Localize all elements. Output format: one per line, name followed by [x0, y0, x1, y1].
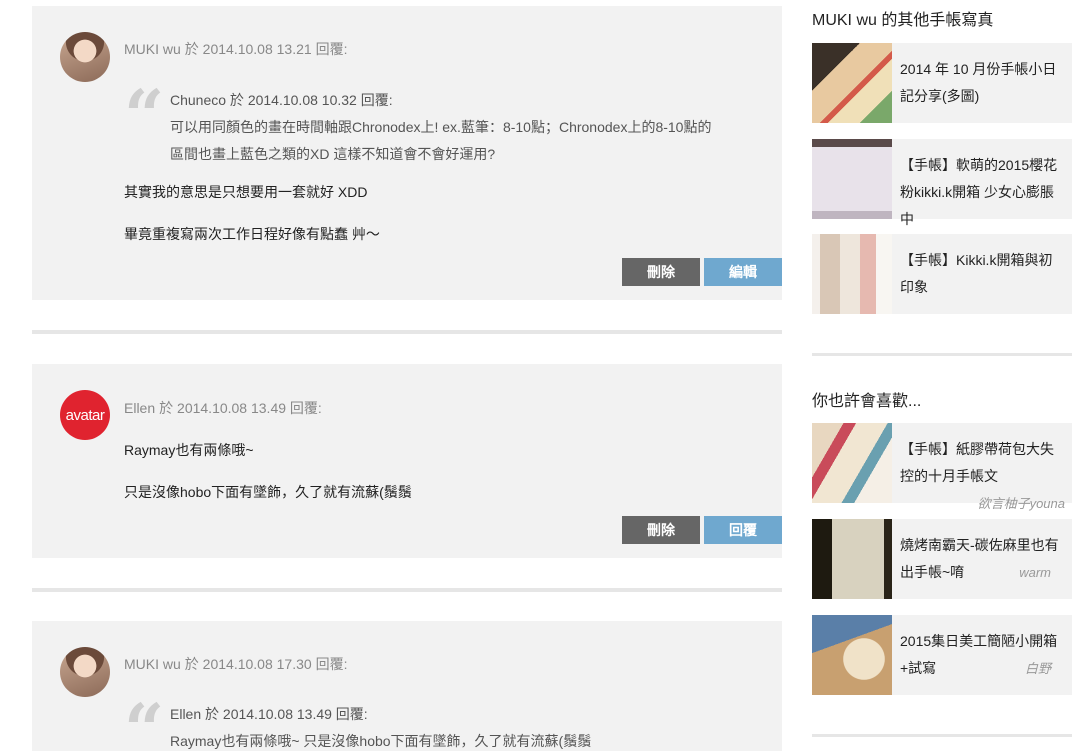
sidebar-item-author[interactable]: warm	[1019, 559, 1051, 586]
comment-meta: Ellen 於 2014.10.08 13.49 回覆:	[124, 398, 322, 418]
divider	[32, 588, 782, 592]
avatar[interactable]	[60, 32, 110, 82]
avatar[interactable]	[60, 647, 110, 697]
comment-1: MUKI wu 於 2014.10.08 13.21 回覆: “ Chuneco …	[32, 6, 782, 300]
sidebar-item[interactable]: 【手帳】軟萌的2015櫻花粉kikki.k開箱 少女心膨脹中	[812, 139, 1072, 227]
sidebar-section-author-photos: MUKI wu 的其他手帳寫真	[812, 6, 1072, 30]
comment-3: MUKI wu 於 2014.10.08 17.30 回覆: “ Ellen 於 …	[32, 621, 782, 751]
sidebar-item-title[interactable]: 【手帳】Kikki.k開箱與初印象	[900, 247, 1065, 301]
comment-date: 於 2014.10.08 13.21 回覆:	[184, 41, 348, 57]
thumbnail-image[interactable]	[812, 43, 892, 123]
delete-button[interactable]: 刪除	[622, 516, 700, 544]
thumbnail-image[interactable]	[812, 615, 892, 695]
divider	[32, 330, 782, 334]
sidebar-title: MUKI wu 的其他手帳寫真	[812, 12, 994, 29]
quote-mark-icon: “	[124, 74, 165, 157]
quote-meta: Ellen 於 2014.10.08 13.49 回覆:	[170, 706, 368, 722]
quote-meta: Chuneco 於 2014.10.08 10.32 回覆:	[170, 92, 393, 108]
comment-text: 其實我的意思是只想要用一套就好 XDD	[124, 184, 368, 200]
sidebar-item-title[interactable]: 燒烤南霸天-碳佐麻里也有出手帳~唷 warm	[900, 532, 1065, 586]
avatar[interactable]: avatar	[60, 390, 110, 440]
reply-button[interactable]: 回覆	[704, 516, 782, 544]
sidebar-item-title[interactable]: 2015集日美工簡陋小開箱+試寫 白野	[900, 628, 1065, 682]
sidebar-item-author[interactable]: 白野	[1025, 655, 1051, 682]
comment-2: avatar Ellen 於 2014.10.08 13.49 回覆: Rayma…	[32, 364, 782, 558]
sidebar-item[interactable]: 2014 年 10 月份手帳小日記分享(多圖)	[812, 43, 1072, 123]
quote-mark-icon: “	[124, 688, 165, 751]
sidebar-item-title[interactable]: 【手帳】紙膠帶荷包大失控的十月手帳文 欲言柚子youna	[900, 436, 1065, 517]
thumbnail-image[interactable]	[812, 423, 892, 503]
divider	[812, 353, 1072, 356]
thumbnail-image[interactable]	[812, 139, 892, 219]
sidebar-item[interactable]: 【手帳】Kikki.k開箱與初印象	[812, 234, 1072, 314]
comment-date: 於 2014.10.08 17.30 回覆:	[184, 656, 348, 672]
quote-line: Raymay也有兩條哦~ 只是沒像hobo下面有墜飾，久了就有流蘇(鬚鬚	[170, 733, 592, 749]
comment-author[interactable]: MUKI wu	[124, 656, 181, 672]
delete-button[interactable]: 刪除	[622, 258, 700, 286]
quoted-reply: “ Chuneco 於 2014.10.08 10.32 回覆: 可以用同顏色的…	[124, 81, 764, 168]
divider	[812, 734, 1072, 737]
sidebar-item[interactable]: 燒烤南霸天-碳佐麻里也有出手帳~唷 warm	[812, 519, 1072, 599]
comment-text: 畢竟重複寫兩次工作日程好像有點蠢 艸〜	[124, 226, 380, 242]
comment-meta: MUKI wu 於 2014.10.08 13.21 回覆:	[124, 39, 347, 59]
sidebar-item-title[interactable]: 2014 年 10 月份手帳小日記分享(多圖)	[900, 56, 1065, 110]
sidebar-item[interactable]: 2015集日美工簡陋小開箱+試寫 白野	[812, 615, 1072, 695]
thumbnail-image[interactable]	[812, 234, 892, 314]
quote-line: 區間也畫上藍色之類的XD 這樣不知道會不會好運用?	[170, 146, 496, 162]
quote-line: 可以用同顏色的畫在時間軸跟Chronodex上! ex.藍筆：8-10點；Chr…	[170, 119, 712, 135]
comment-text: 只是沒像hobo下面有墜飾，久了就有流蘇(鬚鬚	[124, 484, 412, 500]
comment-author[interactable]: MUKI wu	[124, 41, 181, 57]
sidebar-item-text[interactable]: 【手帳】紙膠帶荷包大失控的十月手帳文	[900, 441, 1054, 484]
sidebar-title: 你也許會喜歡...	[812, 393, 922, 410]
sidebar-section-recommended: 你也許會喜歡...	[812, 387, 1072, 411]
comment-meta: MUKI wu 於 2014.10.08 17.30 回覆:	[124, 654, 347, 674]
comment-text: Raymay也有兩條哦~	[124, 442, 254, 458]
thumbnail-image[interactable]	[812, 519, 892, 599]
quoted-reply: “ Ellen 於 2014.10.08 13.49 回覆: Raymay也有兩…	[124, 695, 764, 751]
comment-author[interactable]: Ellen	[124, 400, 155, 416]
edit-button[interactable]: 編輯	[704, 258, 782, 286]
comment-date: 於 2014.10.08 13.49 回覆:	[159, 400, 322, 416]
sidebar-item[interactable]: 【手帳】紙膠帶荷包大失控的十月手帳文 欲言柚子youna	[812, 423, 1072, 511]
sidebar-item-author[interactable]: 欲言柚子youna	[978, 496, 1065, 511]
sidebar-item-title[interactable]: 【手帳】軟萌的2015櫻花粉kikki.k開箱 少女心膨脹中	[900, 152, 1065, 233]
